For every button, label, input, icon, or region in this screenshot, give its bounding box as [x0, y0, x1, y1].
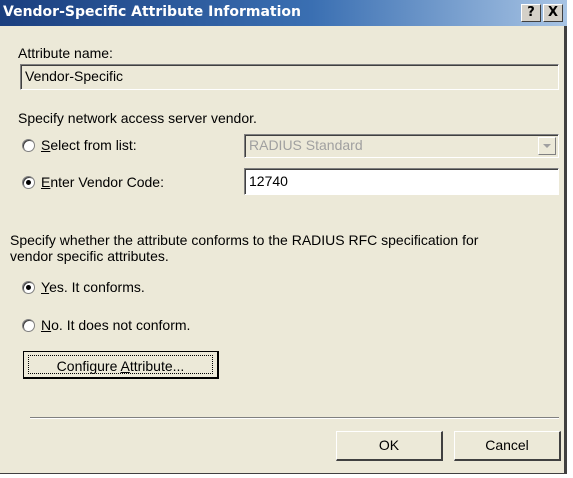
- conformance-heading-line1: Specify whether the attribute conforms t…: [10, 232, 479, 248]
- no-conform-radio[interactable]: [22, 319, 35, 332]
- yes-conforms-label[interactable]: Yes. It conforms.: [41, 279, 145, 295]
- yes-conforms-radio[interactable]: [22, 281, 35, 294]
- attribute-name-field: Vendor-Specific: [20, 64, 559, 90]
- vendor-dropdown-value: RADIUS Standard: [249, 137, 363, 153]
- conformance-heading-line2: vendor specific attributes.: [10, 248, 169, 264]
- window-title: Vendor-Specific Attribute Information: [3, 4, 302, 20]
- enter-vendor-code-label[interactable]: Enter Vendor Code:: [41, 174, 164, 190]
- vendor-code-input[interactable]: 12740: [244, 168, 559, 195]
- close-button[interactable]: X: [543, 4, 563, 22]
- cancel-button[interactable]: Cancel: [454, 431, 561, 461]
- radio-selected-dot: [26, 180, 31, 185]
- dialog-window: Vendor-Specific Attribute Information ? …: [0, 0, 567, 474]
- help-button[interactable]: ?: [521, 4, 541, 22]
- select-from-list-label[interactable]: Select from list:: [41, 137, 137, 153]
- vendor-dropdown[interactable]: RADIUS Standard: [244, 134, 559, 158]
- footer-divider: [30, 417, 559, 419]
- chevron-down-icon: [543, 144, 551, 148]
- radio-selected-dot: [26, 285, 31, 290]
- attribute-name-label: Attribute name:: [18, 45, 113, 61]
- focus-outline: Configure Attribute...: [28, 355, 213, 374]
- ok-button[interactable]: OK: [336, 431, 443, 461]
- enter-vendor-code-radio[interactable]: [22, 176, 35, 189]
- select-from-list-radio[interactable]: [22, 139, 35, 152]
- title-bar[interactable]: Vendor-Specific Attribute Information ? …: [0, 0, 567, 26]
- configure-attribute-button[interactable]: Configure Attribute...: [23, 351, 219, 379]
- no-conform-label[interactable]: No. It does not conform.: [41, 317, 190, 333]
- vendor-heading: Specify network access server vendor.: [18, 110, 257, 126]
- dropdown-arrow-button[interactable]: [538, 137, 556, 155]
